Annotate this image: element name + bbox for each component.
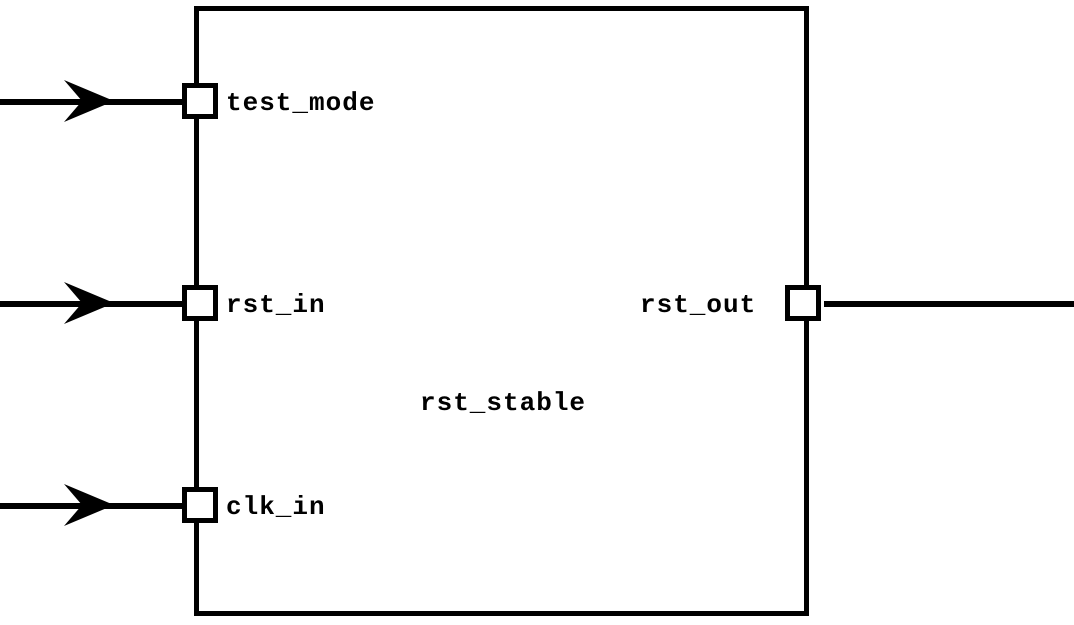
port-label-test-mode: test_mode [226, 88, 375, 118]
diagram-canvas: rst_stable test_mode rst_in clk_in rst_o… [0, 0, 1074, 625]
port-rst-out [785, 285, 821, 321]
port-label-rst-out: rst_out [640, 290, 756, 320]
port-test-mode [182, 83, 218, 119]
wire-rst-out [824, 301, 1074, 307]
arrowhead-test-mode-icon [64, 80, 114, 122]
port-label-rst-in: rst_in [226, 290, 326, 320]
port-rst-in [182, 285, 218, 321]
arrowhead-rst-in-icon [64, 282, 114, 324]
port-label-clk-in: clk_in [226, 492, 326, 522]
arrowhead-clk-in-icon [64, 484, 114, 526]
port-clk-in [182, 487, 218, 523]
block-name-label: rst_stable [420, 388, 586, 418]
